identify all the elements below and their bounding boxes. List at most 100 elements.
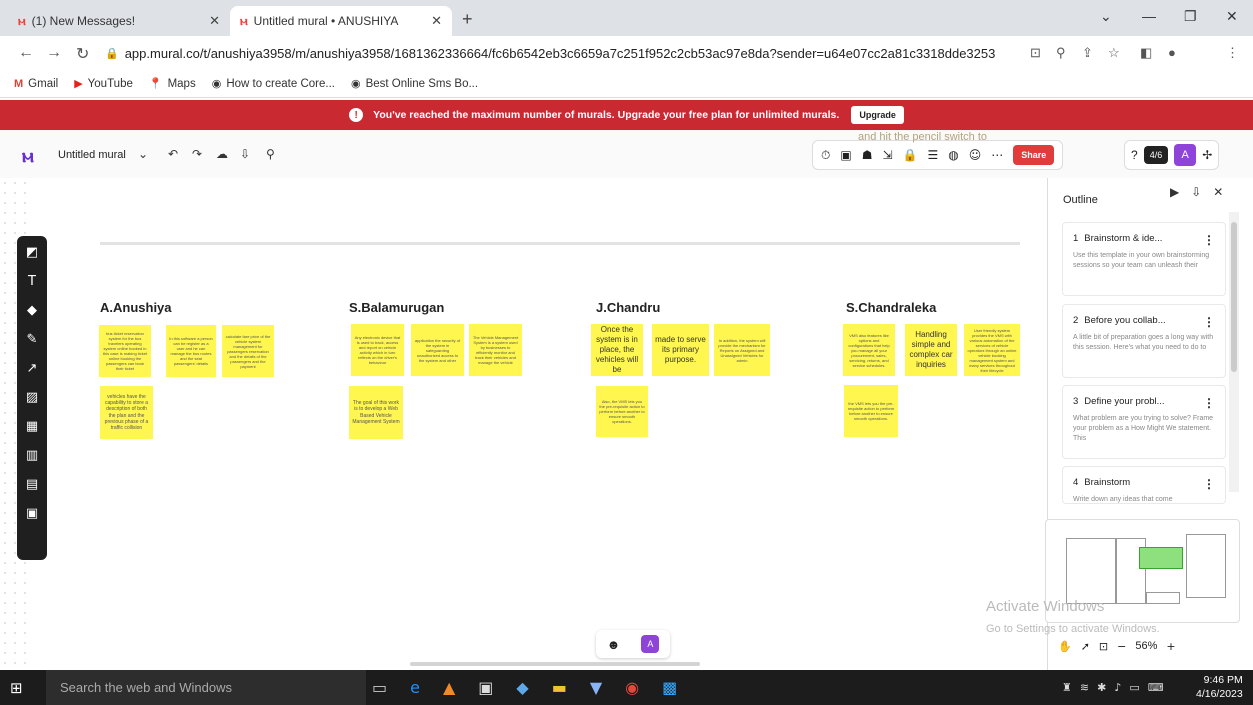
presentation-icon[interactable]: ▶ [1170,185,1179,199]
voting-icon[interactable]: ▣ [840,148,851,162]
sticky-note[interactable]: In this software a person can be registe… [166,325,216,377]
mural-logo-icon[interactable]: ⲙ [22,143,34,167]
sticky-note[interactable]: Once the system is in place, the vehicle… [591,324,643,376]
add-user-icon[interactable]: ✢ [1202,148,1212,162]
areas-tool-icon[interactable]: ▤ [26,476,38,493]
file-explorer-icon[interactable]: ▬ [552,678,567,697]
new-tab-icon[interactable]: + [462,9,473,30]
outline-item[interactable]: 4 Brainstorm ⋮ Write down any ideas that c… [1062,466,1226,504]
chevron-down-icon[interactable]: ⌄ [138,147,148,161]
image-tool-icon[interactable]: ▨ [26,389,38,406]
comment-icon[interactable]: ◍ [948,148,958,162]
bookmark-star-icon[interactable]: ☆ [1108,45,1120,61]
sticky-note[interactable]: made to serve its primary purpose. [652,324,709,376]
tab-search-icon[interactable]: ⌄ [1100,8,1112,25]
reload-icon[interactable]: ↻ [76,44,89,64]
more-vertical-icon[interactable]: ⋮ [1203,477,1215,491]
zoom-in-icon[interactable]: + [1166,640,1175,653]
browser-menu-icon[interactable]: ⋮ [1226,45,1239,61]
side-panel-icon[interactable]: ◧ [1140,45,1152,61]
people-tray-icon[interactable]: ♜ [1062,681,1072,694]
app-icon[interactable]: ◆ [516,678,528,697]
media-icon[interactable]: ▼ [590,678,602,697]
more-vertical-icon[interactable]: ⋮ [1203,233,1215,247]
sticky-note[interactable]: VMS also features like options and confi… [843,324,895,376]
minimize-icon[interactable]: — [1142,8,1156,24]
fit-icon[interactable]: ⊡ [1099,640,1108,653]
timer-icon[interactable]: ⏱ [821,148,830,163]
user-icon[interactable]: ☺ [969,148,982,162]
draw-tool-icon[interactable]: ✎ [27,331,38,348]
search-icon[interactable]: ⚲ [266,147,275,161]
canvas-horizontal-scrollbar[interactable] [410,662,700,666]
sticky-note[interactable]: Any electronic device that is used to tr… [351,324,404,376]
share-page-icon[interactable]: ⇪ [1082,45,1093,61]
column-heading[interactable]: S.Balamurugan [349,300,444,315]
zoom-level[interactable]: 56% [1135,640,1157,652]
avatar[interactable]: A [1174,144,1197,166]
select-icon[interactable]: ➚ [1081,640,1090,653]
more-vertical-icon[interactable]: ⋮ [1203,396,1215,410]
bookmark-how-to-create[interactable]: ◉ How to create Core... [212,77,335,91]
upload-tool-icon[interactable]: ▣ [26,505,38,522]
connector-tool-icon[interactable]: ↗ [27,360,38,377]
taskbar-search[interactable]: Search the web and Windows [46,670,366,705]
sticky-note[interactable]: vehicles have the capability to store a … [100,386,153,439]
network-icon[interactable]: ≋ [1080,681,1089,694]
sticky-note[interactable]: the VMS lets you the pre-requisite actio… [844,385,898,437]
frameworks-tool-icon[interactable]: ▥ [26,447,38,464]
templates-tool-icon[interactable]: ▦ [26,418,38,435]
bookmark-best-online-sms[interactable]: ◉ Best Online Sms Bo... [351,77,478,91]
sticky-note[interactable]: In addition, the system will provide the… [714,324,770,376]
lock-content-icon[interactable]: 🔒 [903,148,918,162]
outline-scrollbar[interactable] [1229,212,1239,492]
redo-icon[interactable]: ↷ [192,147,202,161]
upgrade-button[interactable]: Upgrade [851,106,904,124]
chrome-icon[interactable]: ◉ [625,678,639,697]
shapes-tool-icon[interactable]: ◆ [27,302,37,319]
restore-icon[interactable]: ❐ [1184,8,1197,25]
sticky-note[interactable]: application the security of the system i… [411,324,464,376]
sticky-note[interactable]: calculate fare price of the vehicle syst… [222,325,274,377]
url-field[interactable]: 🔒 app.mural.co/t/anushiya3958/m/anushiya… [105,40,995,66]
profile-icon[interactable]: ● [1168,45,1176,60]
battery-icon[interactable]: ▭ [1129,681,1139,694]
zoom-icon[interactable]: ⚲ [1056,45,1066,61]
vlc-icon[interactable]: ▲ [443,678,455,697]
sticky-note[interactable]: Also, the VMS lets you the pre-requisite… [596,386,648,437]
back-icon[interactable]: ← [18,44,34,62]
sticky-note[interactable]: Handling simple and complex car inquirie… [905,324,957,376]
sticky-note-tool-icon[interactable]: ◩ [26,244,38,261]
close-icon[interactable]: ✕ [1213,185,1223,199]
outline-item[interactable]: 3 Define your probl... ⋮ What problem are … [1062,385,1226,459]
scroll-thumb[interactable] [1231,222,1237,372]
install-icon[interactable]: ⊡ [1030,45,1041,61]
launch-timer-badge[interactable]: 4/6 [1143,146,1169,164]
outline-icon[interactable]: ☰ [928,148,939,162]
tab-new-messages[interactable]: ⲙ (1) New Messages! ✕ [8,6,230,36]
bookmark-gmail[interactable]: M Gmail [14,78,58,90]
close-icon[interactable]: ✕ [209,13,220,29]
share-button[interactable]: Share [1013,145,1055,165]
undo-icon[interactable]: ↶ [168,147,178,161]
outline-item[interactable]: 1 Brainstorm & ide... ⋮ Use this template … [1062,222,1226,296]
more-icon[interactable]: ⋯ [991,148,1003,162]
store-icon[interactable]: ▣ [478,678,493,697]
taskbar-clock[interactable]: 9:46 PM 4/16/2023 [1196,673,1243,701]
column-heading[interactable]: J.Chandru [596,300,660,315]
export-icon[interactable]: ⇩ [240,147,250,161]
volume-icon[interactable]: ♪ [1114,681,1121,694]
tab-untitled-mural[interactable]: ⲙ Untitled mural • ANUSHIYA ✕ [230,6,452,36]
download-icon[interactable]: ⇩ [1191,185,1201,199]
outline-item[interactable]: 2 Before you collab... ⋮ A little bit of p… [1062,304,1226,378]
windows-start-icon[interactable]: ⊞ [10,679,23,697]
zoom-out-icon[interactable]: − [1117,640,1126,653]
summon-icon[interactable]: ⇲ [882,148,892,162]
bookmark-maps[interactable]: 📍 Maps [149,77,196,91]
photoshop-icon[interactable]: ▩ [662,678,677,697]
column-heading[interactable]: A.Anushiya [100,300,172,315]
bookmark-youtube[interactable]: ▶ YouTube [74,77,133,91]
column-heading[interactable]: S.Chandraleka [846,300,936,315]
forward-icon[interactable]: → [46,44,62,62]
mural-title[interactable]: Untitled mural [58,149,126,161]
